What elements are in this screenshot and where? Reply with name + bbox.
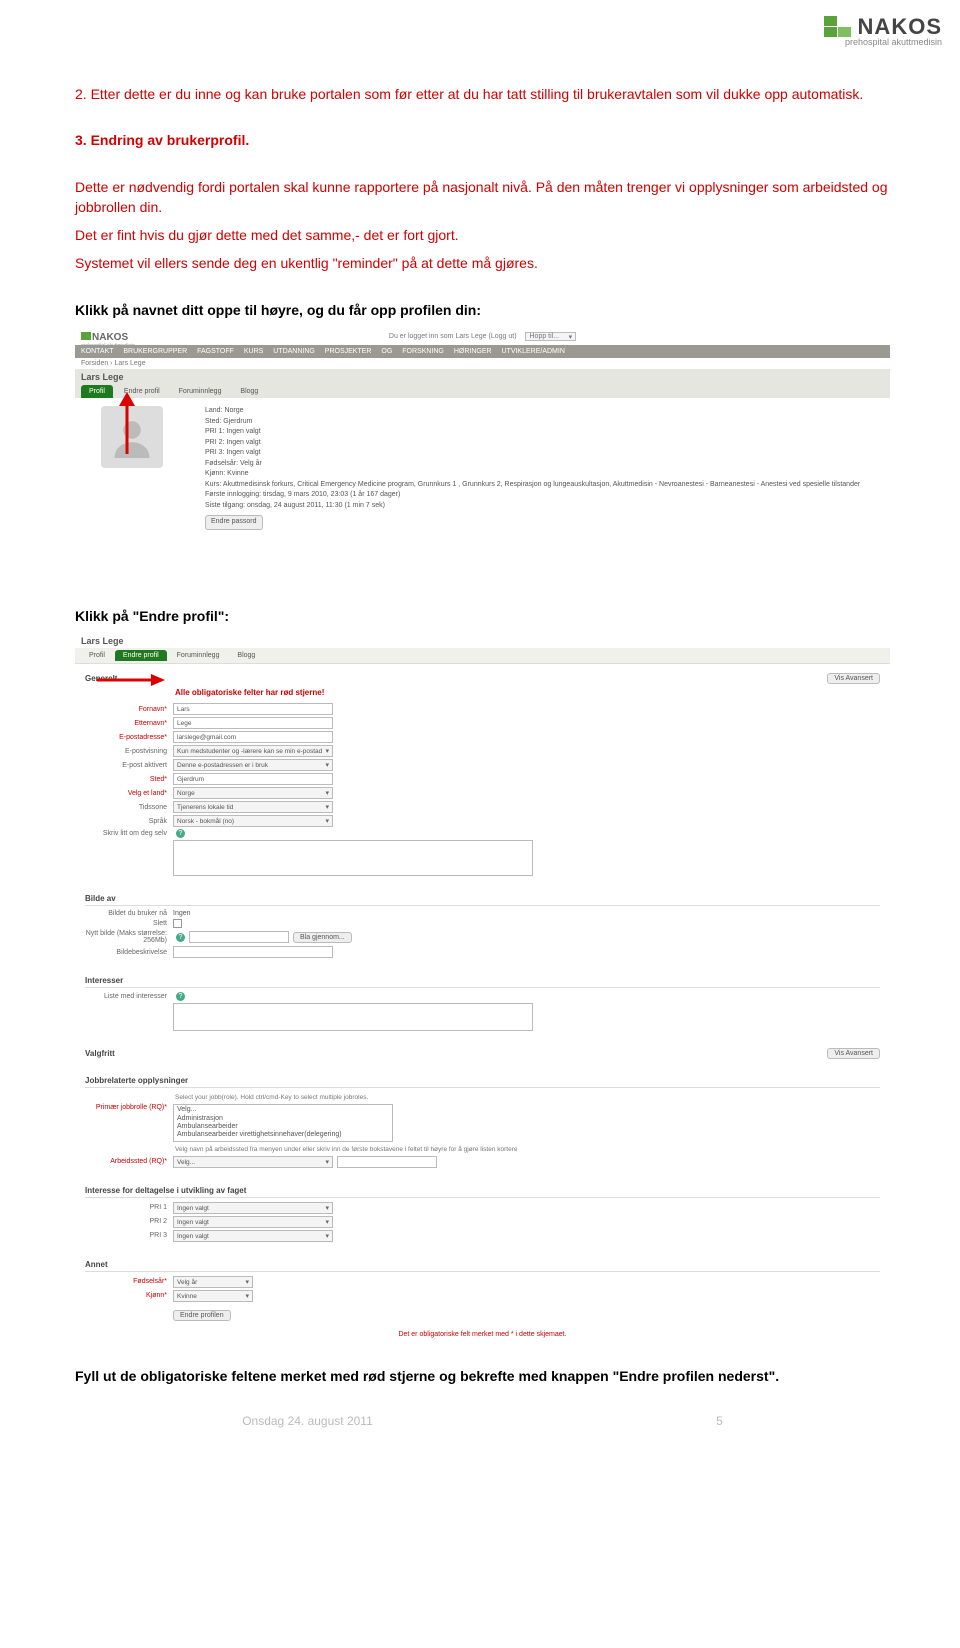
edit-user-name: Lars Lege bbox=[75, 634, 890, 648]
mini-logo: NAKOS prehospital akuttmedisin bbox=[81, 332, 135, 349]
main-nav[interactable]: KONTAKT BRUKERGRUPPER FAGSTOFF KURS UTDA… bbox=[75, 345, 890, 358]
save-profile-button[interactable]: Endre profilen bbox=[173, 1310, 231, 1321]
footer-page: 5 bbox=[716, 1414, 723, 1428]
red-arrow-icon bbox=[113, 392, 143, 458]
epostaktiv-select[interactable]: Denne e-postadressen er i bruk bbox=[173, 759, 333, 771]
tab2-blogg[interactable]: Blogg bbox=[229, 650, 263, 661]
tab2-profil[interactable]: Profil bbox=[81, 650, 113, 661]
file-input[interactable] bbox=[189, 931, 289, 943]
step3-heading: 3. Endring av brukerprofil. bbox=[75, 130, 890, 150]
instr-click-name: Klikk på navnet ditt oppe til høyre, og … bbox=[75, 300, 890, 320]
tab-foruminnlegg[interactable]: Foruminnlegg bbox=[171, 385, 230, 398]
logo-header: NAKOS prehospital akuttmedisin bbox=[824, 14, 942, 47]
profile-tabs: Profil Endre profil Foruminnlegg Blogg bbox=[75, 385, 890, 398]
jump-select[interactable]: Hopp til...▾ bbox=[525, 332, 577, 341]
screenshot-profile: NAKOS prehospital akuttmedisin Du er log… bbox=[75, 328, 890, 588]
land-select[interactable]: Norge bbox=[173, 787, 333, 799]
browse-button[interactable]: Bla gjennom... bbox=[293, 932, 352, 943]
delete-checkbox[interactable] bbox=[173, 919, 182, 928]
red-arrow-icon-2 bbox=[95, 672, 165, 690]
tab2-foruminnlegg[interactable]: Foruminnlegg bbox=[169, 650, 228, 661]
step2-text: 2. Etter dette er du inne og kan bruke p… bbox=[75, 84, 890, 104]
change-password-button[interactable]: Endre passord bbox=[205, 515, 263, 530]
instr-fill-fields: Fyll ut de obligatoriske feltene merket … bbox=[75, 1366, 890, 1386]
required-footer: Det er obligatoriske felt merket med * i… bbox=[85, 1323, 880, 1342]
pri1-select[interactable]: Ingen valgt bbox=[173, 1202, 333, 1214]
profile-user-name: Lars Lege bbox=[75, 369, 890, 385]
footer-date: Onsdag 24. august 2011 bbox=[242, 1414, 373, 1428]
tab-blogg[interactable]: Blogg bbox=[232, 385, 266, 398]
section-bilde: Bilde av bbox=[85, 890, 880, 906]
interesser-textarea[interactable] bbox=[173, 1003, 533, 1031]
show-advanced-button[interactable]: Vis Avansert bbox=[827, 673, 880, 684]
fodselsar-select[interactable]: Velg år bbox=[173, 1276, 253, 1288]
section-interesser: Interesser bbox=[85, 972, 880, 988]
intro-text-b: Det er fint hvis du gjør dette med det s… bbox=[75, 225, 890, 245]
tab-profil[interactable]: Profil bbox=[81, 385, 113, 398]
pri2-select[interactable]: Ingen valgt bbox=[173, 1216, 333, 1228]
sprak-select[interactable]: Norsk - bokmål (no) bbox=[173, 815, 333, 827]
show-advanced-button-2[interactable]: Vis Avansert bbox=[827, 1048, 880, 1059]
intro-text-c: Systemet vil ellers sende deg en ukentli… bbox=[75, 253, 890, 273]
help-icon[interactable]: ? bbox=[176, 933, 185, 942]
breadcrumb: Forsiden › Lars Lege bbox=[75, 358, 890, 369]
sted-input[interactable]: Gjerdrum bbox=[173, 773, 333, 785]
logged-in-text: Du er logget inn som Lars Lege (Logg ut) bbox=[389, 333, 517, 340]
edit-tabs: Profil Endre profil Foruminnlegg Blogg bbox=[75, 648, 890, 664]
epostvisning-select[interactable]: Kun medstudenter og -lærere kan se min e… bbox=[173, 745, 333, 757]
etternavn-input[interactable]: Lege bbox=[173, 717, 333, 729]
tab2-endre-profil[interactable]: Endre profil bbox=[115, 650, 167, 661]
logo-sub: prehospital akuttmedisin bbox=[824, 37, 942, 47]
help-icon[interactable]: ? bbox=[176, 829, 185, 838]
epost-input[interactable]: larslege@gmail.com bbox=[173, 731, 333, 743]
intro-text-a: Dette er nødvendig fordi portalen skal k… bbox=[75, 177, 890, 218]
section-general: Generelt bbox=[85, 670, 827, 685]
screenshot-edit-profile: Lars Lege Profil Endre profil Foruminnle… bbox=[75, 634, 890, 1347]
profile-fields: Land: Norge Sted: Gjerdrum PRI 1: Ingen … bbox=[175, 406, 880, 530]
beskriv-textarea[interactable] bbox=[173, 840, 533, 876]
jobb-help-1: Select your jobb(role). Hold ctrl/cmd-Ke… bbox=[85, 1092, 880, 1104]
section-annet: Annet bbox=[85, 1256, 880, 1272]
section-jobb: Jobbrelaterte opplysninger bbox=[85, 1072, 880, 1088]
tidssone-select[interactable]: Tjenerens lokale tid bbox=[173, 801, 333, 813]
section-valgfritt: Valgfritt bbox=[85, 1045, 827, 1060]
arbeidssted-select[interactable]: Velg... bbox=[173, 1156, 333, 1168]
instr-click-endre: Klikk på "Endre profil": bbox=[75, 606, 890, 626]
page-footer: Onsdag 24. august 2011 5 bbox=[75, 1414, 890, 1428]
help-icon[interactable]: ? bbox=[176, 992, 185, 1001]
arbeidssted-filter[interactable] bbox=[337, 1156, 437, 1168]
kjonn-select[interactable]: Kvinne bbox=[173, 1290, 253, 1302]
section-pri: Interesse for deltagelse i utvikling av … bbox=[85, 1182, 880, 1198]
jobbrolle-list[interactable]: Velg... Administrasjon Ambulansearbeider… bbox=[173, 1104, 393, 1142]
bildebeskrivelse-input[interactable] bbox=[173, 946, 333, 958]
jobb-help-2: Velg navn på arbeidssted fra menyen unde… bbox=[85, 1144, 880, 1156]
fornavn-input[interactable]: Lars bbox=[173, 703, 333, 715]
required-warning: Alle obligatoriske felter har rød stjern… bbox=[85, 685, 880, 703]
pri3-select[interactable]: Ingen valgt bbox=[173, 1230, 333, 1242]
